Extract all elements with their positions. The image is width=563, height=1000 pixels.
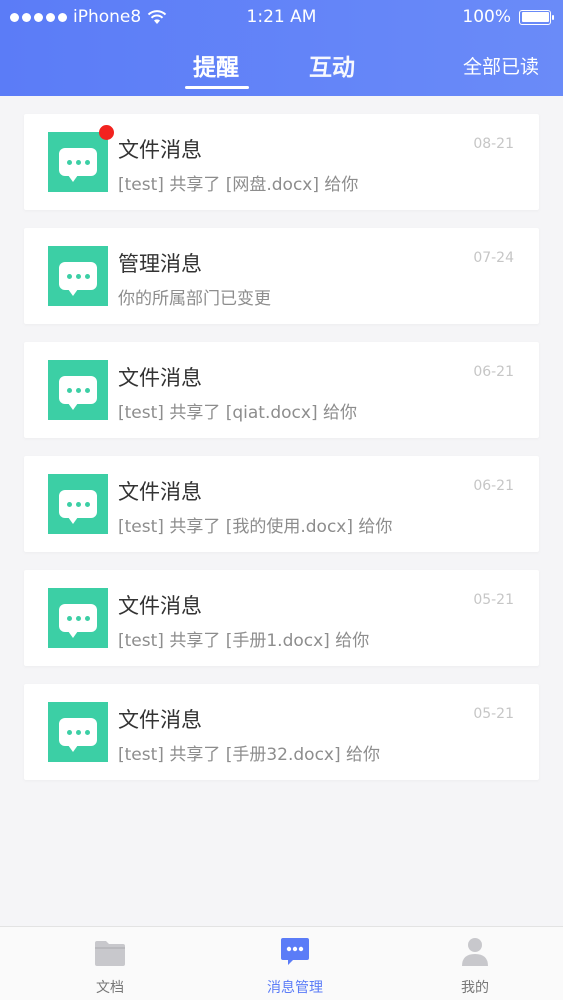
message-title: 文件消息 xyxy=(118,366,202,390)
nav-label-messages: 消息管理 xyxy=(267,980,323,996)
message-date: 07-24 xyxy=(473,250,514,266)
nav-item-me[interactable]: 我的 xyxy=(415,927,535,1000)
message-icon xyxy=(281,938,309,965)
mark-all-read-button[interactable]: 全部已读 xyxy=(463,52,539,79)
message-list: 文件消息 [test] 共享了 [网盘.docx] 给你 08-21 管理消息 … xyxy=(24,114,539,798)
nav-label-me: 我的 xyxy=(461,980,489,996)
message-desc: [test] 共享了 [qiat.docx] 给你 xyxy=(118,403,357,423)
active-tab-indicator xyxy=(185,86,249,89)
status-bar: iPhone8 1:21 AM 100% xyxy=(0,0,563,34)
unread-badge xyxy=(99,125,114,140)
message-desc: [test] 共享了 [手册1.docx] 给你 xyxy=(118,631,370,651)
message-icon xyxy=(48,588,108,648)
battery-percent: 100% xyxy=(462,7,511,27)
nav-item-docs[interactable]: 文档 xyxy=(50,927,170,1000)
message-date: 08-21 xyxy=(473,136,514,152)
message-item[interactable]: 文件消息 [test] 共享了 [我的使用.docx] 给你 06-21 xyxy=(24,456,539,552)
message-desc: 你的所属部门已变更 xyxy=(118,289,271,309)
message-title: 文件消息 xyxy=(118,594,202,618)
message-date: 05-21 xyxy=(473,706,514,722)
message-date: 06-21 xyxy=(473,478,514,494)
message-desc: [test] 共享了 [手册32.docx] 给你 xyxy=(118,745,381,765)
message-item[interactable]: 文件消息 [test] 共享了 [手册1.docx] 给你 05-21 xyxy=(24,570,539,666)
message-title: 文件消息 xyxy=(118,480,202,504)
message-icon xyxy=(48,702,108,762)
message-icon xyxy=(48,132,108,192)
message-date: 06-21 xyxy=(473,364,514,380)
message-item[interactable]: 文件消息 [test] 共享了 [手册32.docx] 给你 05-21 xyxy=(24,684,539,780)
message-title: 管理消息 xyxy=(118,252,202,276)
message-desc: [test] 共享了 [我的使用.docx] 给你 xyxy=(118,517,393,537)
battery-icon xyxy=(519,9,554,25)
header: iPhone8 1:21 AM 100% 提醒 互动 全部已读 xyxy=(0,0,563,96)
message-icon xyxy=(48,246,108,306)
message-title: 文件消息 xyxy=(118,708,202,732)
bottom-nav: 文档 消息管理 我的 xyxy=(0,926,563,1000)
folder-icon xyxy=(95,941,125,966)
message-item[interactable]: 文件消息 [test] 共享了 [qiat.docx] 给你 06-21 xyxy=(24,342,539,438)
message-date: 05-21 xyxy=(473,592,514,608)
status-right: 100% xyxy=(462,7,554,27)
message-icon xyxy=(48,360,108,420)
nav-label-docs: 文档 xyxy=(96,980,124,996)
nav-item-messages[interactable]: 消息管理 xyxy=(235,927,355,1000)
message-item[interactable]: 文件消息 [test] 共享了 [网盘.docx] 给你 08-21 xyxy=(24,114,539,210)
user-icon xyxy=(462,938,488,966)
tab-remind[interactable]: 提醒 xyxy=(193,48,239,82)
message-icon xyxy=(48,474,108,534)
message-item[interactable]: 管理消息 你的所属部门已变更 07-24 xyxy=(24,228,539,324)
tab-interact[interactable]: 互动 xyxy=(309,48,355,82)
message-desc: [test] 共享了 [网盘.docx] 给你 xyxy=(118,175,359,195)
message-title: 文件消息 xyxy=(118,138,202,162)
